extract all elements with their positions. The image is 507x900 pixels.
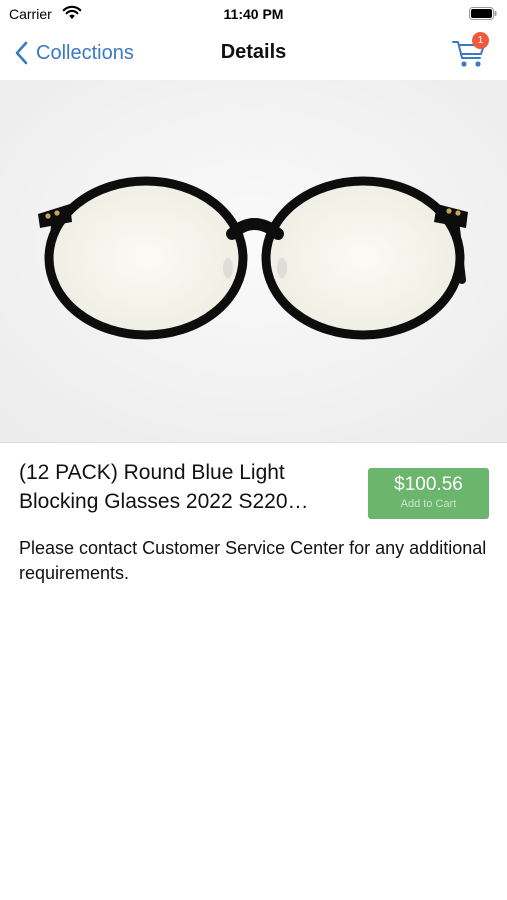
cart-badge: 1	[472, 32, 489, 49]
add-to-cart-button[interactable]: $100.56 Add to Cart	[368, 468, 489, 519]
status-time: 11:40 PM	[223, 6, 284, 22]
navigation-bar: Collections Details 1	[0, 28, 507, 78]
cart-button[interactable]: 1	[448, 30, 492, 70]
product-image	[0, 80, 507, 442]
product-description: Please contact Customer Service Center f…	[19, 538, 487, 583]
battery-icon	[469, 7, 497, 20]
page-title: Details	[220, 41, 287, 63]
product-title: (12 PACK) Round Blue Light Blocking Glas…	[19, 461, 309, 513]
add-to-cart-label: Add to Cart	[400, 498, 457, 510]
image-divider	[0, 442, 507, 443]
status-bar: Carrier 11:40 PM	[0, 0, 507, 28]
price-label: $100.56	[394, 474, 463, 495]
glasses-illustration	[0, 80, 507, 442]
